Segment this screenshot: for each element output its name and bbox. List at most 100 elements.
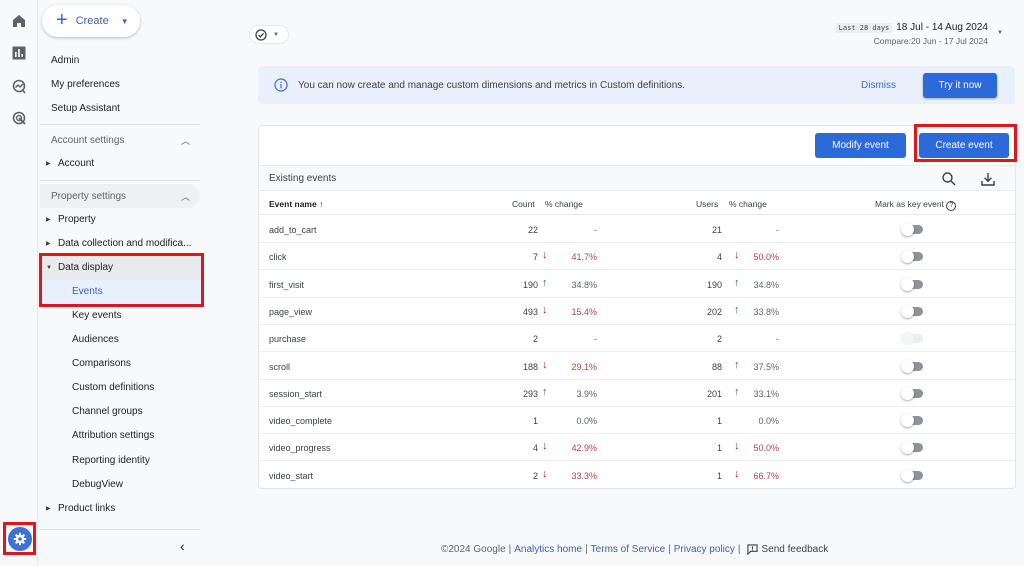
left-rail — [0, 0, 38, 566]
modify-event-button[interactable]: Modify event — [815, 133, 906, 158]
sidebar-item-setup-assistant[interactable]: Setup Assistant — [51, 103, 120, 114]
terms-of-service-link[interactable]: Terms of Service — [591, 544, 665, 555]
sidebar-item-comparisons[interactable]: Comparisons — [72, 358, 131, 369]
event-name[interactable]: video_complete — [269, 416, 332, 426]
table-row[interactable]: session_start 293 ↑ 3.9% 201 ↑ 33.1% — [259, 380, 1015, 407]
count-percent-change: 0.0% — [576, 416, 597, 427]
separator: | — [508, 544, 512, 555]
create-label: Create — [75, 15, 109, 27]
help-icon[interactable]: ? — [946, 201, 957, 211]
separator: | — [668, 544, 671, 555]
event-users: 202 — [706, 306, 722, 317]
table-row[interactable]: first_visit 190 ↑ 34.8% 190 ↑ 34.8% — [259, 271, 1015, 298]
sidebar-item-my-preferences[interactable]: My preferences — [51, 79, 120, 90]
key-event-toggle[interactable] — [901, 250, 923, 264]
key-event-toggle[interactable] — [901, 414, 923, 428]
sidebar-item-property[interactable]: ▶ Property — [46, 214, 96, 225]
event-users: 1 — [716, 470, 722, 481]
arrow-down-icon: ↓ — [542, 249, 548, 262]
key-event-toggle[interactable] — [901, 441, 923, 455]
search-icon[interactable] — [941, 171, 957, 187]
event-name[interactable]: add_to_cart — [269, 225, 317, 235]
home-icon[interactable] — [9, 11, 29, 31]
key-event-toggle — [901, 332, 923, 346]
column-count[interactable]: Count — [512, 199, 535, 209]
column-event-name[interactable]: Event name ↑ — [269, 199, 323, 209]
key-event-toggle[interactable] — [901, 386, 923, 400]
arrow-down-icon: ↓ — [734, 440, 740, 453]
sidebar-item-debugview[interactable]: DebugView — [72, 479, 123, 490]
property-settings-header[interactable]: Property settings ︿ — [40, 184, 200, 208]
event-name[interactable]: page_view — [269, 307, 312, 317]
download-icon[interactable] — [980, 171, 996, 187]
advertising-icon[interactable] — [9, 108, 29, 128]
dismiss-button[interactable]: Dismiss — [861, 80, 896, 91]
sidebar-item-account[interactable]: ▶ Account — [46, 158, 94, 169]
privacy-policy-link[interactable]: Privacy policy — [674, 544, 735, 555]
card-toolbar: Modify event Create event — [259, 124, 1017, 165]
event-count: 4 — [532, 443, 538, 454]
event-name[interactable]: first_visit — [269, 280, 304, 290]
event-name[interactable]: video_progress — [269, 443, 331, 453]
column-users-change[interactable]: % change — [729, 199, 767, 209]
reports-icon[interactable] — [9, 43, 29, 63]
sidebar-item-admin[interactable]: Admin — [51, 55, 79, 66]
key-event-toggle[interactable] — [901, 223, 923, 236]
event-count: 188 — [522, 361, 538, 372]
comparison-filter-chip[interactable]: ▼ — [249, 25, 289, 44]
column-users[interactable]: Users — [696, 199, 718, 209]
sidebar-item-audiences[interactable]: Audiences — [72, 334, 119, 345]
send-feedback-button[interactable]: Send feedback — [746, 544, 828, 555]
key-event-toggle[interactable] — [901, 359, 923, 373]
toggle-thumb — [901, 223, 914, 236]
sidebar-item-channel-groups[interactable]: Channel groups — [72, 406, 143, 417]
collapse-sidebar-chevron-left-icon[interactable]: ‹ — [180, 538, 185, 554]
sidebar-item-product-links[interactable]: ▶ Product links — [46, 503, 115, 514]
column-count-change[interactable]: % change — [545, 199, 583, 209]
account-settings-header[interactable]: Account settings ︿ — [40, 128, 200, 152]
sidebar-item-attribution-settings[interactable]: Attribution settings — [72, 430, 154, 441]
explore-icon[interactable] — [9, 76, 29, 96]
event-name[interactable]: session_start — [269, 389, 322, 399]
event-name-header-label: Event name — [269, 199, 317, 209]
event-count: 2 — [532, 470, 538, 481]
key-event-toggle[interactable] — [901, 468, 923, 482]
analytics-home-link[interactable]: Analytics home — [514, 544, 582, 555]
event-users: 190 — [706, 279, 722, 290]
date-range-picker[interactable]: Last 28 days 18 Jul - 14 Aug 2024 Compar… — [835, 22, 988, 46]
event-name[interactable]: click — [269, 252, 287, 262]
date-preset-badge: Last 28 days — [835, 22, 893, 33]
key-event-toggle[interactable] — [901, 304, 923, 318]
event-name[interactable]: scroll — [269, 362, 290, 372]
count-percent-change: 42.9% — [571, 443, 597, 454]
separator: | — [737, 544, 741, 555]
table-row[interactable]: purchase 2 - 2 - — [259, 325, 1015, 353]
table-row[interactable]: scroll 188 ↓ 29.1% 88 ↑ 37.5% — [259, 353, 1015, 380]
table-row[interactable]: page_view 493 ↓ 15.4% 202 ↑ 33.8% — [259, 298, 1015, 325]
table-row[interactable]: video_progress 4 ↓ 42.9% 1 ↓ 50.0% — [259, 434, 1015, 462]
toggle-thumb — [901, 441, 914, 455]
create-button[interactable]: + Create ▼ — [42, 5, 140, 37]
table-row[interactable]: video_complete 1 0.0% 1 0.0% — [259, 407, 1015, 435]
sidebar-item-reporting-identity[interactable]: Reporting identity — [72, 455, 150, 466]
toggle-thumb — [901, 386, 914, 400]
users-percent-change: 50.0% — [753, 252, 779, 263]
sidebar-item-key-events[interactable]: Key events — [72, 310, 121, 321]
users-percent-change: 0.0% — [758, 416, 779, 427]
users-percent-change: 33.8% — [753, 306, 779, 317]
copyright: ©2024 Google — [441, 544, 506, 555]
users-percent-change: 34.8% — [753, 279, 779, 290]
table-row[interactable]: click 7 ↓ 41.7% 4 ↓ 50.0% — [259, 243, 1015, 271]
table-row[interactable]: add_to_cart 22 - 21 - — [259, 216, 1015, 243]
try-it-now-button[interactable]: Try it now — [923, 73, 997, 98]
triangle-right-icon: ▶ — [46, 161, 51, 167]
sidebar-item-data-collection[interactable]: ▶ Data collection and modifica... — [46, 238, 191, 249]
sidebar-item-custom-definitions[interactable]: Custom definitions — [72, 382, 154, 393]
date-range-caret-icon[interactable]: ▼ — [997, 30, 1003, 36]
event-name[interactable]: purchase — [269, 334, 306, 344]
arrow-up-icon: ↑ — [734, 276, 740, 289]
key-event-toggle[interactable] — [901, 277, 923, 291]
event-name[interactable]: video_start — [269, 471, 313, 481]
table-row[interactable]: video_start 2 ↓ 33.3% 1 ↓ 66.7% — [259, 462, 1015, 489]
gear-icon[interactable] — [7, 526, 32, 551]
